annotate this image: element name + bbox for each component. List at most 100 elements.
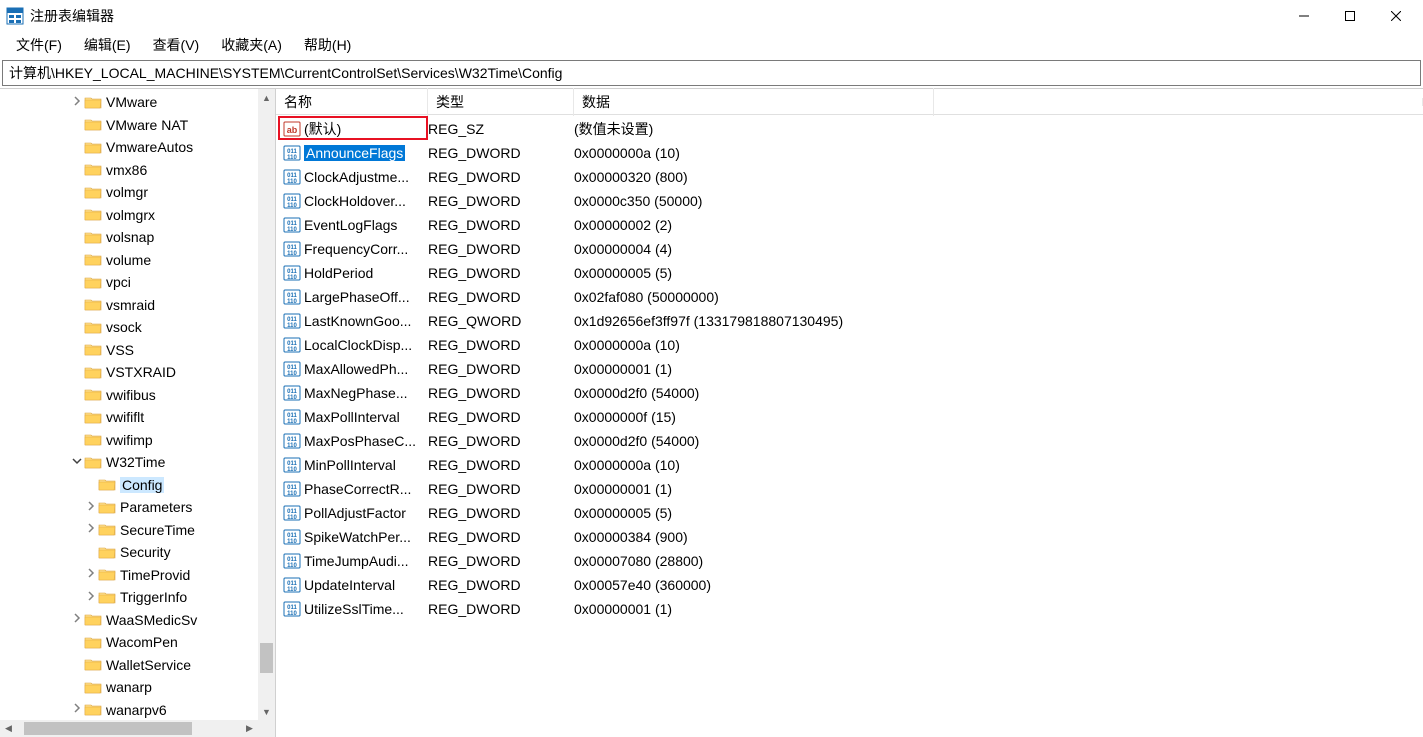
folder-icon (84, 432, 102, 447)
address-bar[interactable]: 计算机\HKEY_LOCAL_MACHINE\SYSTEM\CurrentCon… (2, 60, 1421, 86)
value-data: 0x00057e40 (360000) (574, 577, 1074, 593)
tree-item[interactable]: TimeProvid (0, 564, 258, 587)
tree-item[interactable]: WacomPen (0, 631, 258, 654)
chevron-right-icon[interactable] (84, 591, 98, 604)
tree-item[interactable]: WalletService (0, 654, 258, 677)
value-row[interactable]: 011110PhaseCorrectR...REG_DWORD0x0000000… (276, 477, 1423, 501)
chevron-right-icon[interactable] (70, 613, 84, 626)
tree-item[interactable]: volmgrx (0, 204, 258, 227)
tree-item[interactable]: WaaSMedicSv (0, 609, 258, 632)
value-row[interactable]: 011110UpdateIntervalREG_DWORD0x00057e40 … (276, 573, 1423, 597)
value-data: 0x0000000a (10) (574, 337, 1074, 353)
scroll-hthumb[interactable] (24, 722, 192, 735)
menu-favorites[interactable]: 收藏夹(A) (211, 33, 292, 57)
tree[interactable]: VMwareVMware NATVmwareAutosvmx86volmgrvo… (0, 89, 258, 720)
tree-item[interactable]: VSS (0, 339, 258, 362)
tree-item[interactable]: SecureTime (0, 519, 258, 542)
tree-label: WacomPen (106, 634, 178, 650)
chevron-right-icon[interactable] (84, 523, 98, 536)
col-header-pad[interactable] (934, 98, 1423, 106)
value-row[interactable]: 011110MinPollIntervalREG_DWORD0x0000000a… (276, 453, 1423, 477)
tree-item[interactable]: Parameters (0, 496, 258, 519)
value-name: MaxNegPhase... (304, 385, 428, 401)
tree-item[interactable]: Security (0, 541, 258, 564)
value-row[interactable]: 011110MaxPollIntervalREG_DWORD0x0000000f… (276, 405, 1423, 429)
menu-view[interactable]: 查看(V) (143, 33, 210, 57)
value-row[interactable]: 011110MaxAllowedPh...REG_DWORD0x00000001… (276, 357, 1423, 381)
tree-label: W32Time (106, 454, 165, 470)
chevron-right-icon[interactable] (70, 96, 84, 109)
col-header-type[interactable]: 类型 (428, 88, 574, 116)
tree-item[interactable]: vwifimp (0, 429, 258, 452)
menu-edit[interactable]: 编辑(E) (74, 33, 141, 57)
binary-value-icon: 011110 (282, 312, 302, 330)
value-row[interactable]: 011110EventLogFlagsREG_DWORD0x00000002 (… (276, 213, 1423, 237)
scroll-left-icon[interactable]: ◀ (0, 720, 17, 737)
tree-hscrollbar[interactable]: ◀ ▶ (0, 720, 258, 737)
value-row[interactable]: 011110MaxNegPhase...REG_DWORD0x0000d2f0 … (276, 381, 1423, 405)
close-button[interactable] (1373, 0, 1419, 32)
folder-icon (84, 162, 102, 177)
chevron-right-icon[interactable] (84, 568, 98, 581)
value-row[interactable]: 011110UtilizeSslTime...REG_DWORD0x000000… (276, 597, 1423, 621)
binary-value-icon: 011110 (282, 336, 302, 354)
folder-icon (84, 230, 102, 245)
chevron-right-icon[interactable] (84, 501, 98, 514)
tree-item[interactable]: volsnap (0, 226, 258, 249)
value-row[interactable]: 011110MaxPosPhaseC...REG_DWORD0x0000d2f0… (276, 429, 1423, 453)
chevron-right-icon[interactable] (70, 703, 84, 716)
tree-item[interactable]: VMware NAT (0, 114, 258, 137)
menu-file[interactable]: 文件(F) (6, 33, 72, 57)
tree-item[interactable]: volume (0, 249, 258, 272)
value-row[interactable]: 011110LargePhaseOff...REG_DWORD0x02faf08… (276, 285, 1423, 309)
tree-label: vwififlt (106, 409, 144, 425)
value-row[interactable]: 011110ClockHoldover...REG_DWORD0x0000c35… (276, 189, 1423, 213)
scroll-htrack[interactable] (17, 720, 241, 737)
scroll-right-icon[interactable]: ▶ (241, 720, 258, 737)
tree-item[interactable]: vwififlt (0, 406, 258, 429)
value-row[interactable]: ab(默认)REG_SZ(数值未设置) (276, 117, 1423, 141)
scroll-down-icon[interactable]: ▼ (258, 703, 275, 720)
value-row[interactable]: 011110ClockAdjustme...REG_DWORD0x0000032… (276, 165, 1423, 189)
value-name: LargePhaseOff... (304, 289, 428, 305)
value-row[interactable]: 011110SpikeWatchPer...REG_DWORD0x0000038… (276, 525, 1423, 549)
tree-item[interactable]: vpci (0, 271, 258, 294)
tree-item[interactable]: VSTXRAID (0, 361, 258, 384)
tree-item[interactable]: Config (0, 474, 258, 497)
binary-value-icon: 011110 (282, 576, 302, 594)
menu-help[interactable]: 帮助(H) (294, 33, 361, 57)
list-body[interactable]: ab(默认)REG_SZ(数值未设置)011110AnnounceFlagsRE… (276, 115, 1423, 737)
value-name: (默认) (304, 119, 428, 139)
tree-item[interactable]: wanarp (0, 676, 258, 699)
minimize-button[interactable] (1281, 0, 1327, 32)
tree-item[interactable]: vmx86 (0, 159, 258, 182)
chevron-down-icon[interactable] (70, 456, 84, 469)
tree-item[interactable]: vsmraid (0, 294, 258, 317)
value-row[interactable]: 011110PollAdjustFactorREG_DWORD0x0000000… (276, 501, 1423, 525)
col-header-name[interactable]: 名称 (276, 88, 428, 116)
tree-item[interactable]: vwifibus (0, 384, 258, 407)
value-row[interactable]: 011110LastKnownGoo...REG_QWORD0x1d92656e… (276, 309, 1423, 333)
value-data: 0x0000000a (10) (574, 457, 1074, 473)
value-row[interactable]: 011110AnnounceFlagsREG_DWORD0x0000000a (… (276, 141, 1423, 165)
tree-vscrollbar[interactable]: ▲ ▼ (258, 89, 275, 720)
scroll-thumb[interactable] (260, 643, 273, 673)
scroll-track[interactable] (258, 106, 275, 703)
tree-item[interactable]: vsock (0, 316, 258, 339)
svg-text:110: 110 (287, 611, 297, 617)
tree-item[interactable]: wanarpv6 (0, 699, 258, 721)
tree-item[interactable]: volmgr (0, 181, 258, 204)
tree-item[interactable]: VMware (0, 91, 258, 114)
tree-item[interactable]: VmwareAutos (0, 136, 258, 159)
value-row[interactable]: 011110FrequencyCorr...REG_DWORD0x0000000… (276, 237, 1423, 261)
tree-item[interactable]: TriggerInfo (0, 586, 258, 609)
value-row[interactable]: 011110LocalClockDisp...REG_DWORD0x000000… (276, 333, 1423, 357)
value-row[interactable]: 011110HoldPeriodREG_DWORD0x00000005 (5) (276, 261, 1423, 285)
col-header-data[interactable]: 数据 (574, 88, 934, 116)
folder-icon (84, 612, 102, 627)
scroll-up-icon[interactable]: ▲ (258, 89, 275, 106)
maximize-button[interactable] (1327, 0, 1373, 32)
folder-icon (84, 410, 102, 425)
tree-item[interactable]: W32Time (0, 451, 258, 474)
value-row[interactable]: 011110TimeJumpAudi...REG_DWORD0x00007080… (276, 549, 1423, 573)
